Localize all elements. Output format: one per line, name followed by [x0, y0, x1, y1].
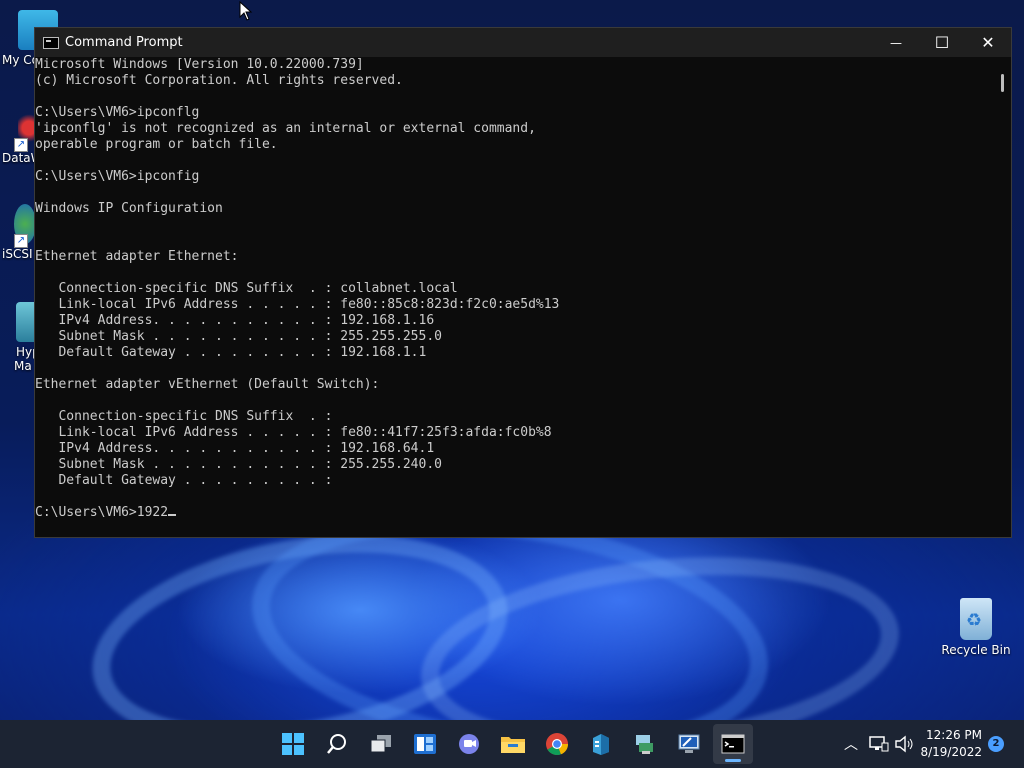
- console-line: C:\Users\VM6>ipconfig: [35, 169, 200, 184]
- cmd-app-icon: [43, 36, 59, 49]
- desktop-icon-recycle-bin[interactable]: ♻ Recycle Bin: [940, 598, 1012, 657]
- maximize-icon: ☐: [934, 33, 950, 52]
- text-cursor: [168, 514, 177, 516]
- chrome-button[interactable]: [537, 724, 577, 764]
- console-line: Link-local IPv6 Address . . . . . : fe80…: [35, 425, 552, 440]
- system-tray: ︿: [840, 720, 916, 768]
- network-app-button[interactable]: [625, 724, 665, 764]
- console-line: Link-local IPv6 Address . . . . . : fe80…: [35, 297, 560, 312]
- console-line: Default Gateway . . . . . . . . . :: [35, 473, 333, 488]
- mouse-cursor-icon: [239, 1, 253, 21]
- close-icon: ✕: [981, 33, 995, 52]
- clock-time: 12:26 PM: [926, 728, 982, 742]
- desktop-icon-label: Recycle Bin: [941, 643, 1011, 657]
- console-line: IPv4 Address. . . . . . . . . . . : 192.…: [35, 313, 435, 328]
- remote-desktop-icon: [678, 734, 700, 753]
- task-view-icon: [370, 735, 391, 753]
- close-button[interactable]: ✕: [965, 28, 1011, 57]
- console-line: Ethernet adapter Ethernet:: [35, 249, 239, 264]
- taskbar-clock[interactable]: 12:26 PM 8/19/2022: [912, 727, 982, 761]
- console-line: Microsoft Windows [Version 10.0.22000.73…: [35, 57, 364, 72]
- folder-icon: [501, 737, 525, 753]
- recycle-symbol-icon: ♻: [966, 610, 983, 631]
- task-view-button[interactable]: [361, 724, 401, 764]
- teams-chat-button[interactable]: [449, 724, 489, 764]
- command-prompt-taskbar-button[interactable]: [713, 724, 753, 764]
- search-button[interactable]: [317, 724, 357, 764]
- console-prompt-line[interactable]: C:\Users\VM6>1922: [35, 505, 993, 521]
- search-icon: [327, 734, 346, 754]
- network-icon[interactable]: [868, 735, 890, 753]
- shortcut-arrow-icon: ↗: [14, 234, 28, 248]
- network-app-icon: [636, 735, 653, 754]
- file-explorer-button[interactable]: [493, 724, 533, 764]
- windows-start-icon: [282, 733, 304, 755]
- window-title: Command Prompt: [65, 35, 183, 50]
- console-scrollbar[interactable]: [993, 57, 1011, 537]
- widgets-icon: [414, 734, 436, 754]
- clock-date: 8/19/2022: [920, 745, 982, 759]
- remote-app-button[interactable]: [669, 724, 709, 764]
- console-line: Default Gateway . . . . . . . . . : 192.…: [35, 345, 427, 360]
- command-prompt-window[interactable]: Command Prompt — ☐ ✕ Microsoft Windows […: [34, 27, 1012, 538]
- console-prompt-input: C:\Users\VM6>1922: [35, 505, 169, 520]
- console-line: operable program or batch file.: [35, 137, 278, 152]
- shortcut-arrow-icon: ↗: [14, 138, 28, 152]
- console-output[interactable]: Microsoft Windows [Version 10.0.22000.73…: [35, 57, 993, 537]
- console-line: (c) Microsoft Corporation. All rights re…: [35, 73, 403, 88]
- console-line: Connection-specific DNS Suffix . : colla…: [35, 281, 458, 296]
- console-line: Connection-specific DNS Suffix . :: [35, 409, 333, 424]
- console-line: Subnet Mask . . . . . . . . . . . : 255.…: [35, 329, 442, 344]
- start-button[interactable]: [273, 724, 313, 764]
- chrome-icon: [546, 733, 569, 756]
- notification-badge[interactable]: 2: [988, 736, 1004, 752]
- console-line: C:\Users\VM6>ipconflg: [35, 105, 200, 120]
- console-line: 'ipconflg' is not recognized as an inter…: [35, 121, 536, 136]
- console-line: Windows IP Configuration: [35, 201, 223, 216]
- teams-chat-icon: [459, 734, 479, 754]
- show-hidden-icons-chevron-icon[interactable]: ︿: [840, 734, 862, 754]
- minimize-button[interactable]: —: [873, 28, 919, 57]
- widgets-button[interactable]: [405, 724, 445, 764]
- server-manager-button[interactable]: [581, 724, 621, 764]
- minimize-icon: —: [890, 35, 902, 50]
- maximize-button[interactable]: ☐: [919, 28, 965, 57]
- scrollbar-thumb[interactable]: [1001, 74, 1004, 92]
- recycle-bin-icon: ♻: [960, 598, 992, 640]
- console-line: Ethernet adapter vEthernet (Default Swit…: [35, 377, 380, 392]
- console-line: IPv4 Address. . . . . . . . . . . : 192.…: [35, 441, 435, 456]
- command-prompt-icon: [721, 734, 745, 754]
- server-manager-icon: [593, 734, 609, 755]
- console-line: Subnet Mask . . . . . . . . . . . : 255.…: [35, 457, 442, 472]
- window-titlebar[interactable]: Command Prompt — ☐ ✕: [35, 28, 1011, 57]
